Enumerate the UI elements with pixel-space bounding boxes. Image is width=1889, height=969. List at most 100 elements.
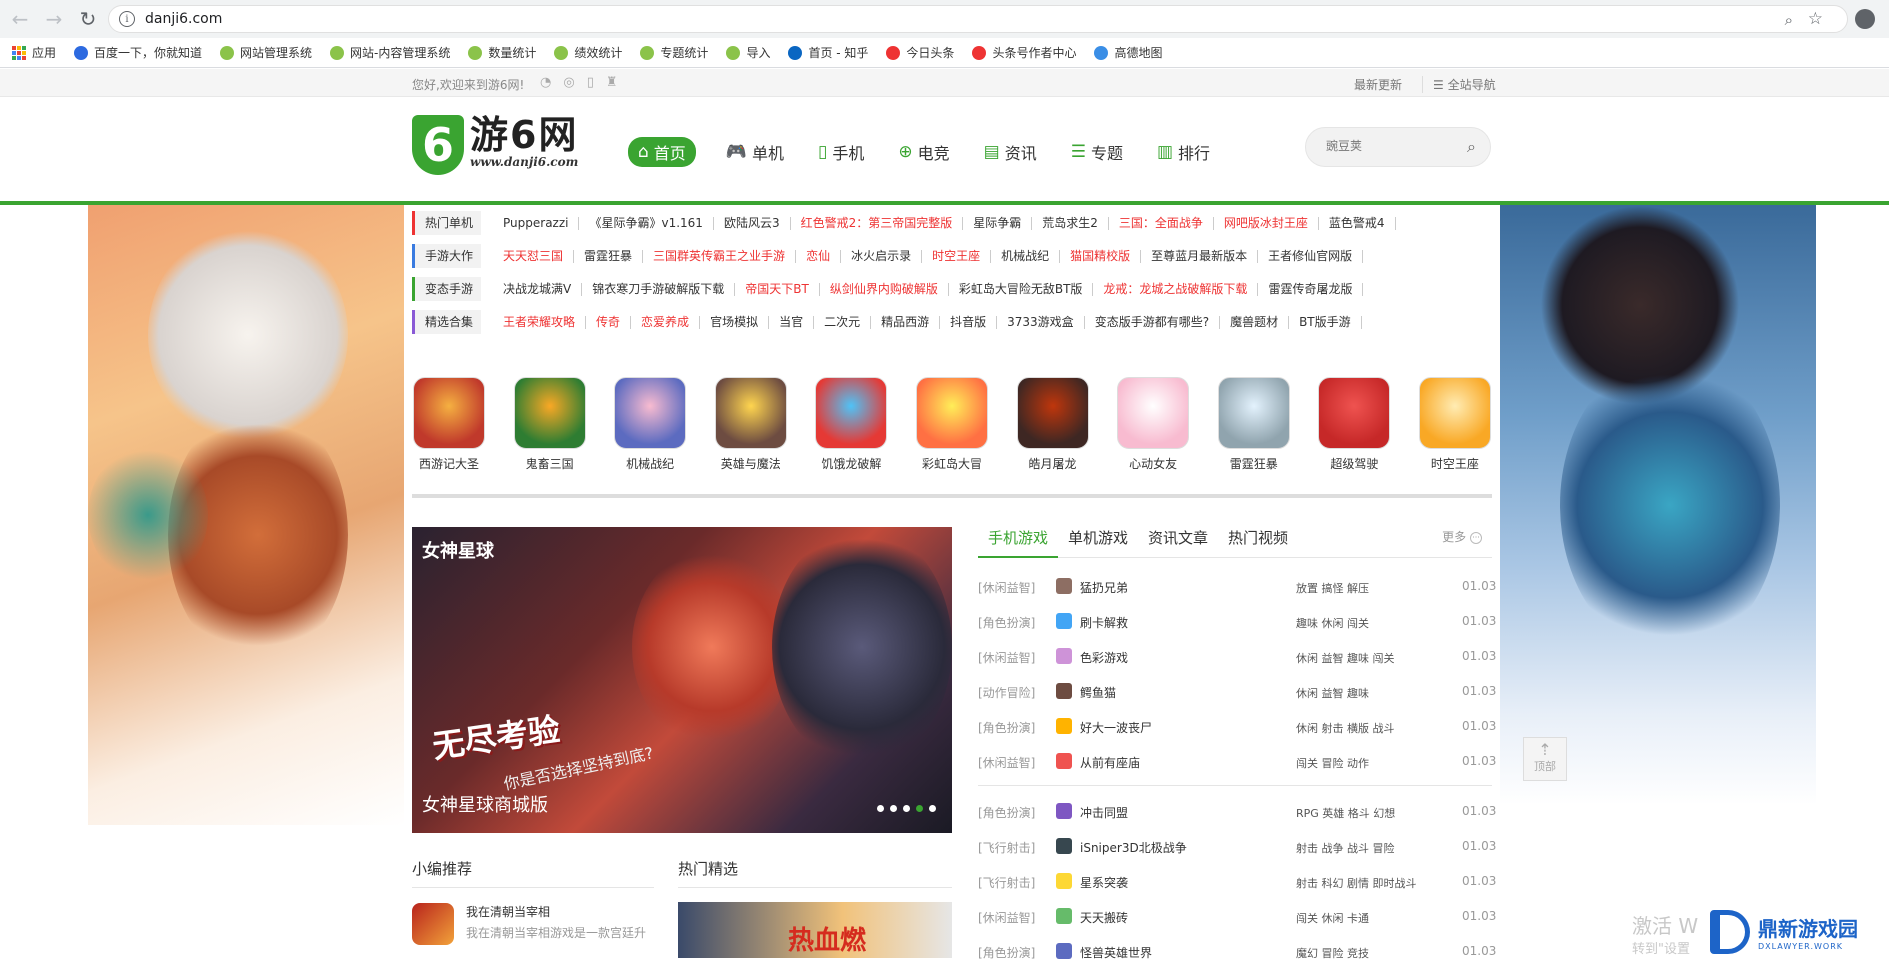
- game-icon-name[interactable]: 英雄与魔法: [714, 455, 788, 472]
- tag-link[interactable]: 变态版手游都有哪些?: [1085, 315, 1221, 329]
- bookmark-item[interactable]: 今日头条: [886, 44, 954, 61]
- list-item-game-icon[interactable]: [1056, 753, 1072, 769]
- back-to-top-button[interactable]: ⇡ 顶部: [1523, 737, 1567, 781]
- nav-item-1[interactable]: 🎮 单机: [726, 140, 784, 164]
- list-item-name[interactable]: 天天搬砖: [1080, 909, 1128, 926]
- tag-link[interactable]: 恋爱养成: [631, 315, 701, 329]
- more-link[interactable]: 更多 ···: [1442, 528, 1482, 545]
- tag-link[interactable]: 《星际争霸》v1.161: [579, 216, 714, 230]
- game-icon-item[interactable]: 皓月屠龙: [1016, 377, 1090, 477]
- list-item-category[interactable]: [角色扮演]: [978, 614, 1035, 631]
- list-item[interactable]: [飞行射击] iSniper3D北极战争 射击 战争 战斗 冒险 01.03: [978, 829, 1496, 864]
- tab-1[interactable]: 单机游戏: [1058, 526, 1138, 558]
- bookmark-item[interactable]: 百度一下，你就知道: [74, 44, 202, 61]
- game-icon-item[interactable]: 饥饿龙破解: [814, 377, 888, 477]
- tag-link[interactable]: 网吧版冰封王座: [1214, 216, 1319, 230]
- tag-link[interactable]: 时空王座: [922, 249, 992, 263]
- list-item-game-icon[interactable]: [1056, 683, 1072, 699]
- tag-link[interactable]: 彩虹岛大冒险无敌BT版: [949, 282, 1094, 296]
- bookmark-item[interactable]: 应用: [12, 44, 56, 61]
- tag-link[interactable]: 三国：全面战争: [1109, 216, 1214, 230]
- game-icon-image[interactable]: [614, 377, 687, 449]
- game-icon-item[interactable]: 心动女友: [1116, 377, 1190, 477]
- tag-link[interactable]: 锦衣寒刀手游破解版下载: [582, 282, 736, 296]
- tag-link[interactable]: 帝国天下BT: [735, 282, 820, 296]
- tag-link[interactable]: 雷霆狂暴: [574, 249, 644, 263]
- list-item-category[interactable]: [角色扮演]: [978, 719, 1035, 736]
- tag-link[interactable]: BT版手游: [1289, 315, 1362, 329]
- tag-link[interactable]: 龙戒：龙城之战破解版下载: [1093, 282, 1259, 296]
- profile-avatar[interactable]: [1855, 9, 1875, 29]
- right-side-banner[interactable]: [1500, 205, 1816, 805]
- game-icon-item[interactable]: 超级驾驶: [1317, 377, 1391, 477]
- tag-link[interactable]: 魔兽题材: [1220, 315, 1290, 329]
- list-item-game-icon[interactable]: [1056, 718, 1072, 734]
- bookmark-item[interactable]: 绩效统计: [554, 44, 622, 61]
- game-icon-image[interactable]: [1117, 377, 1190, 449]
- list-item-name[interactable]: 刷卡解救: [1080, 614, 1128, 631]
- list-item[interactable]: [飞行射击] 星系突袭 射击 科幻 剧情 即时战斗 01.03: [978, 864, 1496, 899]
- slider-dot[interactable]: [903, 805, 910, 812]
- tag-link[interactable]: 精品西游: [871, 315, 941, 329]
- game-icon-image[interactable]: [413, 377, 485, 449]
- list-item-name[interactable]: 鳄鱼猫: [1080, 684, 1116, 701]
- tag-link[interactable]: 雷霆传奇屠龙版: [1258, 282, 1364, 296]
- tag-link[interactable]: 蓝色警戒4: [1319, 216, 1396, 230]
- list-item[interactable]: [动作冒险] 鳄鱼猫 休闲 益智 趣味 01.03: [978, 674, 1496, 709]
- list-item-name[interactable]: 好大一波丧尸: [1080, 719, 1152, 736]
- forward-arrow-icon[interactable]: →: [40, 5, 68, 33]
- tag-link[interactable]: 3733游戏盒: [997, 315, 1085, 329]
- list-item-name[interactable]: 从前有座庙: [1080, 754, 1140, 771]
- list-item[interactable]: [角色扮演] 刷卡解救 趣味 休闲 闯关 01.03: [978, 604, 1496, 639]
- list-item-game-icon[interactable]: [1056, 908, 1072, 924]
- game-icon-name[interactable]: 西游记大圣: [412, 455, 486, 472]
- search-input[interactable]: [1324, 138, 1454, 154]
- game-icon-name[interactable]: 皓月屠龙: [1016, 455, 1090, 472]
- tag-link[interactable]: 欧陆风云3: [714, 216, 791, 230]
- hot-pick-banner[interactable]: 热血燃: [678, 902, 952, 958]
- tag-link[interactable]: 猫国精校版: [1060, 249, 1142, 263]
- tab-0[interactable]: 手机游戏: [978, 526, 1059, 558]
- bookmark-item[interactable]: 首页 - 知乎: [788, 44, 868, 61]
- tag-link[interactable]: 传奇: [586, 315, 632, 329]
- list-item[interactable]: [角色扮演] 好大一波丧尸 休闲 射击 横版 战斗 01.03: [978, 709, 1496, 744]
- game-icon-name[interactable]: 鬼畜三国: [513, 455, 587, 472]
- list-item-game-icon[interactable]: [1056, 578, 1072, 594]
- site-logo[interactable]: 6 游6网 www.danji6.com: [412, 115, 578, 175]
- list-item-category[interactable]: [角色扮演]: [978, 944, 1035, 961]
- game-icon-item[interactable]: 时空王座: [1418, 377, 1492, 477]
- tag-row-heading[interactable]: 手游大作: [412, 244, 482, 268]
- site-nav-link[interactable]: ☰ 全站导航: [1422, 76, 1496, 93]
- list-item-category[interactable]: [休闲益智]: [978, 754, 1035, 771]
- bookmark-item[interactable]: 导入: [726, 44, 770, 61]
- list-item-name[interactable]: iSniper3D北极战争: [1080, 839, 1187, 856]
- android-icon[interactable]: ♜: [606, 75, 618, 90]
- list-item-game-icon[interactable]: [1056, 943, 1072, 959]
- tag-row-heading[interactable]: 精选合集: [412, 310, 482, 334]
- slider-caption[interactable]: 女神星球商城版: [422, 791, 548, 817]
- game-icon-name[interactable]: 心动女友: [1116, 455, 1190, 472]
- tag-link[interactable]: 恋仙: [796, 249, 842, 263]
- tag-link[interactable]: 二次元: [814, 315, 872, 329]
- bookmark-item[interactable]: 高德地图: [1094, 44, 1162, 61]
- tab-2[interactable]: 资讯文章: [1138, 526, 1218, 558]
- list-item-category[interactable]: [休闲益智]: [978, 579, 1035, 596]
- url-text[interactable]: danji6.com: [145, 11, 222, 27]
- tag-link[interactable]: 机械战纪: [991, 249, 1061, 263]
- game-icon-name[interactable]: 饥饿龙破解: [814, 455, 888, 472]
- search-icon[interactable]: ⌕: [1467, 137, 1476, 157]
- nav-item-5[interactable]: ☰ 专题: [1071, 140, 1123, 164]
- game-icon-image[interactable]: [915, 377, 988, 449]
- list-item-category[interactable]: [飞行射击]: [978, 874, 1035, 891]
- weibo-icon[interactable]: ◔: [540, 75, 551, 90]
- bookmark-item[interactable]: 头条号作者中心: [972, 44, 1076, 61]
- left-side-banner[interactable]: [88, 205, 404, 825]
- latest-updates-link[interactable]: 最新更新: [1354, 76, 1402, 93]
- list-item-category[interactable]: [角色扮演]: [978, 804, 1035, 821]
- bookmark-item[interactable]: 网站管理系统: [220, 44, 312, 61]
- bookmark-item[interactable]: 网站-内容管理系统: [330, 44, 450, 61]
- tag-link[interactable]: 三国群英传霸王之业手游: [643, 249, 797, 263]
- game-icon-image[interactable]: [1318, 377, 1391, 449]
- address-bar[interactable]: i danji6.com ⌕ ☆: [108, 5, 1848, 33]
- tag-link[interactable]: 红色警戒2：第三帝国完整版: [791, 216, 964, 230]
